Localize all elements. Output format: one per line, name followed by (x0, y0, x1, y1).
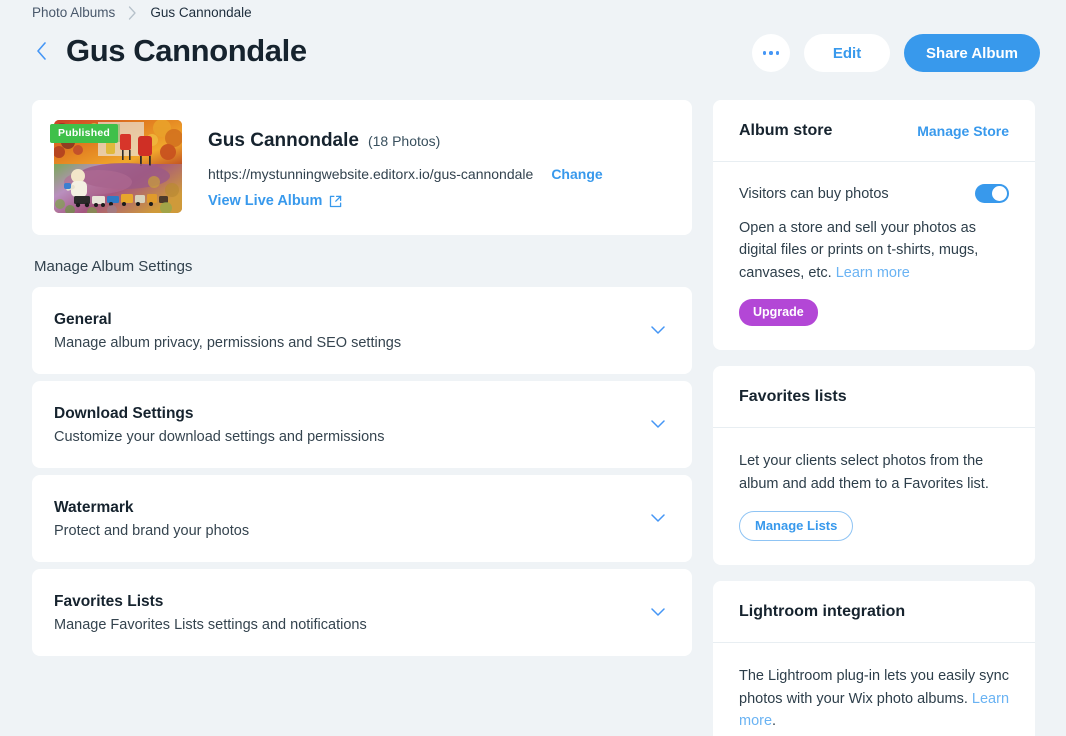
accordion-subtitle: Customize your download settings and per… (54, 428, 385, 445)
breadcrumb: Photo Albums Gus Cannondale (32, 5, 252, 20)
chevron-down-icon[interactable] (646, 413, 670, 437)
favorites-lists-title: Favorites lists (739, 387, 847, 405)
album-url: https://mystunningwebsite.editorx.io/gus… (208, 166, 534, 182)
album-settings-page: Photo Albums Gus Cannondale Gus Cannonda… (0, 0, 1066, 736)
view-live-album-label: View Live Album (208, 193, 323, 209)
album-store-description: Open a store and sell your photos as dig… (739, 217, 1009, 284)
accordion-text: General Manage album privacy, permission… (54, 311, 401, 351)
album-name-row: Gus Cannondale (18 Photos) (208, 130, 670, 152)
external-link-icon (330, 195, 342, 207)
lightroom-integration-panel: Lightroom integration The Lightroom plug… (713, 581, 1035, 736)
upgrade-button[interactable]: Upgrade (739, 299, 818, 327)
more-dot-icon (762, 51, 767, 55)
accordion-text: Download Settings Customize your downloa… (54, 405, 384, 445)
accordion-subtitle: Manage album privacy, permissions and SE… (54, 334, 402, 351)
accordion-text: Favorites Lists Manage Favorites Lists s… (54, 593, 367, 633)
chevron-left-icon (36, 42, 46, 60)
accordion-title: General (54, 310, 112, 328)
album-meta: Gus Cannondale (18 Photos) https://mystu… (208, 120, 670, 213)
album-url-row: https://mystunningwebsite.editorx.io/gus… (208, 166, 670, 182)
accordion-title: Favorites Lists (54, 592, 164, 610)
toggle-knob (992, 186, 1007, 201)
accordion-row-favorites-lists[interactable]: Favorites Lists Manage Favorites Lists s… (32, 569, 692, 656)
view-live-album-link[interactable]: View Live Album (208, 193, 342, 209)
breadcrumb-separator-icon (124, 5, 141, 20)
lightroom-body: The Lightroom plug-in lets you easily sy… (713, 643, 1035, 736)
album-store-header: Album store Manage Store (713, 100, 1035, 162)
album-store-title: Album store (739, 121, 833, 139)
chevron-down-icon[interactable] (646, 319, 670, 343)
lightroom-description: The Lightroom plug-in lets you easily sy… (739, 665, 1009, 732)
right-sidebar: Album store Manage Store Visitors can bu… (713, 100, 1035, 736)
lightroom-header: Lightroom integration (713, 581, 1035, 644)
album-store-panel: Album store Manage Store Visitors can bu… (713, 100, 1035, 351)
accordion-subtitle: Manage Favorites Lists settings and noti… (54, 616, 367, 633)
main-content: Published Gus Cannondale (18 Photos) htt… (32, 100, 692, 656)
accordion-text: Watermark Protect and brand your photos (54, 499, 249, 539)
accordion-subtitle: Protect and brand your photos (54, 522, 250, 539)
breadcrumb-current: Gus Cannondale (150, 5, 252, 20)
visitors-can-buy-row: Visitors can buy photos (739, 184, 1009, 203)
lightroom-description-text: The Lightroom plug-in lets you easily sy… (739, 668, 1009, 707)
favorites-lists-panel: Favorites lists Let your clients select … (713, 366, 1035, 566)
accordion-title: Download Settings (54, 404, 194, 422)
more-options-button[interactable] (752, 34, 791, 72)
accordion-row-watermark[interactable]: Watermark Protect and brand your photos (32, 475, 692, 562)
album-thumbnail-wrap: Published (50, 120, 182, 213)
chevron-down-icon[interactable] (646, 507, 670, 531)
status-badge: Published (50, 124, 118, 143)
lightroom-title: Lightroom integration (739, 602, 906, 620)
favorites-lists-header: Favorites lists (713, 366, 1035, 429)
album-photo-count: (18 Photos) (367, 133, 441, 149)
album-name: Gus Cannondale (208, 130, 359, 151)
album-info-card: Published Gus Cannondale (18 Photos) htt… (32, 100, 692, 235)
visitors-can-buy-label: Visitors can buy photos (739, 185, 889, 202)
share-album-button[interactable]: Share Album (904, 34, 1040, 72)
more-dot-icon (775, 51, 780, 55)
header-actions: Edit Share Album (752, 34, 1040, 72)
lightroom-description-period: . (772, 713, 777, 730)
accordion-row-download-settings[interactable]: Download Settings Customize your downloa… (32, 381, 692, 468)
manage-store-link[interactable]: Manage Store (917, 123, 1009, 139)
breadcrumb-photo-albums[interactable]: Photo Albums (32, 5, 115, 20)
settings-accordion: General Manage album privacy, permission… (32, 287, 692, 656)
page-title: Gus Cannondale (66, 33, 307, 68)
change-url-link[interactable]: Change (551, 166, 602, 182)
edit-button[interactable]: Edit (804, 34, 891, 72)
manage-lists-button[interactable]: Manage Lists (739, 511, 854, 542)
favorites-lists-description: Let your clients select photos from the … (739, 453, 989, 492)
chevron-down-icon[interactable] (646, 601, 670, 625)
visitors-can-buy-toggle[interactable] (975, 184, 1009, 203)
accordion-title: Watermark (54, 498, 134, 516)
section-label: Manage Album Settings (34, 258, 193, 275)
favorites-lists-body: Let your clients select photos from the … (713, 428, 1035, 565)
album-store-body: Visitors can buy photos Open a store and… (713, 162, 1035, 350)
back-button[interactable] (30, 32, 52, 70)
album-store-learn-more-link[interactable]: Learn more (836, 265, 910, 281)
accordion-row-general[interactable]: General Manage album privacy, permission… (32, 287, 692, 374)
more-dot-icon (769, 51, 773, 55)
